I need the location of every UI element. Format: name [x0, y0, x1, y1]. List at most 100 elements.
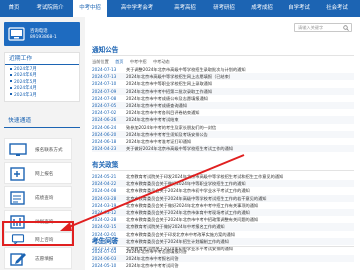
news-title[interactable]: 2024年北京市高级中等学校招生网上志愿填报（已结束）: [126, 74, 233, 79]
top-navigation: 首页 考试院简介 中考中招 高中学考会考 高考高招 研考研招 成考成招 自学考试…: [0, 0, 360, 17]
news-date: 2024-07-03: [92, 249, 117, 254]
nav-zhongkao[interactable]: 中考中招: [72, 0, 108, 17]
news-title[interactable]: 2024年北京市中考成绩公布及志愿填报通知: [126, 96, 208, 101]
news-title[interactable]: 北京市教育委员会关于2024年高级中等学校考试招生工作的若干意见的通知: [126, 196, 266, 201]
news-item[interactable]: 2024-07-05 2024年北京市中考成绩查询通知: [92, 101, 354, 110]
news-date: 2024-06-18: [92, 138, 117, 144]
news-date: 2024-07-09: [92, 88, 117, 94]
news-title[interactable]: 北京市教育委员会关于做好2024年中等职业学校招生工作的通知: [126, 181, 246, 186]
news-title[interactable]: 2024年北京市中考各科目评卷结束通知: [126, 110, 199, 115]
news-item[interactable]: 2024-05-10 2024年北京市中考考试问答: [92, 262, 354, 269]
news-item[interactable]: 2024-04-08 北京市教育委员会关于2024年北京市初中学业水平考试工作的通…: [92, 187, 354, 194]
news-title[interactable]: 2024年北京市中考考试结束: [126, 117, 179, 122]
news-date: 2024-05-10: [92, 263, 117, 269]
consult-phone: 89193868-1: [30, 35, 57, 40]
news-title[interactable]: 2024年北京市中考成绩查询通知: [126, 103, 187, 108]
news-item[interactable]: 2024-07-13 2024年北京市高级中等学校招生网上志愿填报（已结束）: [92, 73, 354, 81]
policy-section: 有关政策: [92, 159, 354, 171]
news-item[interactable]: 2024-07-03 2024年北京市中考志愿填报问答: [92, 248, 354, 255]
quick-register-label: 网上报名: [35, 172, 54, 177]
breadcrumb-item[interactable]: 中考中招: [130, 59, 147, 64]
quick-register[interactable]: 网上报名: [4, 162, 72, 184]
news-title[interactable]: 北京市教育委员会关于2024年北京市体育中考现场考试工作的通知: [126, 210, 250, 215]
news-date: 2024-06-24: [92, 124, 117, 130]
news-title[interactable]: 2024年北京市中考报名问答: [126, 256, 179, 261]
news-date: 2024-06-20: [92, 131, 117, 137]
breadcrumb-item: 当前位置: [92, 59, 109, 64]
news-item[interactable]: 2024-02-28 北京市教育委员会关于2024年北京市中考中招政策调整有关问题…: [92, 216, 354, 223]
nav-gaozhong[interactable]: 高中学考会考: [109, 0, 165, 17]
news-item[interactable]: 2024-03-12 北京市教育委员会关于2024年北京市体育中考现场考试工作的通…: [92, 208, 354, 217]
faq-list: 2024-07-03 2024年北京市中考志愿填报问答 2024-06-03 2024…: [92, 248, 354, 270]
breadcrumb-item[interactable]: 首页: [115, 59, 123, 64]
breadcrumb-item[interactable]: 中考动态: [153, 59, 170, 64]
news-title[interactable]: 2024年北京市中考中招第二批次录取工作通知: [126, 89, 212, 94]
news-title[interactable]: 关于做好2024年北京市高级中等学校招生考试工作的通知: [126, 146, 233, 151]
monitor-icon: [9, 143, 27, 156]
notice-list: 2024-07-13 关于调整2024年北京市高级中等学校招生录取批次与计划的通知…: [92, 66, 354, 153]
news-item[interactable]: 2024-03-19 北京市教育委员会关于做好2024年北京市中考中招工作有关事项…: [92, 202, 354, 209]
notice-title: 通知公告: [92, 44, 354, 56]
news-title[interactable]: 北京市教育委员会关于2024年北京市中考中招政策调整有关问题的通知: [126, 217, 258, 222]
news-title[interactable]: 2024年北京市中等职业学校招生网上录取通知: [126, 81, 212, 86]
news-title[interactable]: 致参加2024年中考的考生及家长朋友们的一封信: [126, 125, 216, 130]
consult-icon: [8, 27, 25, 41]
nav-home[interactable]: 首页: [0, 0, 28, 17]
nav-chengkao[interactable]: 成考成招: [243, 0, 281, 17]
faq-title: 考生问答: [92, 235, 354, 247]
news-date: 2024-03-12: [92, 209, 117, 215]
news-date: 2024-04-23: [92, 146, 117, 152]
news-date: 2024-06-03: [92, 256, 117, 262]
register-icon: [10, 167, 25, 181]
news-item[interactable]: 2024-07-09 2024年北京市中考中招第二批次录取工作通知: [92, 87, 354, 95]
nav-zikao[interactable]: 自学考试: [281, 0, 317, 17]
news-title[interactable]: 2024年北京市中考考试问答: [126, 263, 179, 268]
search-box[interactable]: 请输入关键字: [294, 23, 352, 32]
news-date: 2024-07-13: [92, 67, 117, 72]
search-input[interactable]: 请输入关键字: [298, 24, 323, 32]
news-title[interactable]: 北京教育考试院关于印发2024年北京市高级中等学校招生考试和招生工作意见的通知: [126, 174, 283, 179]
news-item[interactable]: 2024-06-18 2024年北京市中考准考证打印通知: [92, 138, 354, 145]
quick-score-label: 成绩查询: [35, 196, 54, 201]
nav-about[interactable]: 考试院简介: [29, 0, 71, 17]
news-item[interactable]: 2024-06-03 2024年北京市中考报名问答: [92, 255, 354, 263]
news-date: 2024-03-19: [92, 202, 117, 208]
news-item[interactable]: 2024-06-20 2024年北京市中考考生须知及考场安排公告: [92, 130, 354, 138]
quick-contact[interactable]: 报名联系方式: [4, 138, 72, 160]
news-item[interactable]: 2024-06-24 致参加2024年中考的考生及家长朋友们的一封信: [92, 124, 354, 131]
news-date: 2024-07-02: [92, 110, 117, 116]
quick-score[interactable]: 成绩查询: [4, 186, 72, 208]
news-title[interactable]: 关于调整2024年北京市高级中等学校招生录取批次与计划的通知: [126, 67, 246, 72]
news-title[interactable]: 北京市教育委员会关于2024年北京市初中学业水平考试工作的通知: [126, 188, 250, 193]
recent-item[interactable]: 2024年3月: [10, 93, 79, 99]
news-item[interactable]: 2024-03-28 北京市教育委员会关于2024年高级中等学校考试招生工作的若干…: [92, 194, 354, 202]
news-item[interactable]: 2024-07-13 关于调整2024年北京市高级中等学校招生录取批次与计划的通知: [92, 66, 354, 73]
news-title[interactable]: 2024年北京市中考准考证打印通知: [126, 139, 191, 144]
news-title[interactable]: 2024年北京市中考考生须知及考场安排公告: [126, 132, 208, 137]
news-item[interactable]: 2024-07-10 2024年北京市中等职业学校招生网上录取通知: [92, 80, 354, 87]
news-title[interactable]: 北京教育考试院关于做好2024年中考报名工作的通知: [126, 224, 225, 229]
notice-section: 通知公告: [92, 44, 354, 56]
news-date: 2024-04-08: [92, 188, 117, 194]
news-item[interactable]: 2024-07-08 2024年北京市中考成绩公布及志愿填报通知: [92, 95, 354, 102]
news-item[interactable]: 2024-04-23 关于做好2024年北京市高级中等学校招生考试工作的通知: [92, 145, 354, 153]
news-date: 2024-06-26: [92, 117, 117, 123]
quick-volunteer[interactable]: 志愿填报: [4, 247, 72, 269]
nav-yankao[interactable]: 研考研招: [205, 0, 243, 17]
search-icon[interactable]: [343, 25, 349, 31]
news-item[interactable]: 2024-05-21 北京教育考试院关于印发2024年北京市高级中等学校招生考试和…: [92, 173, 354, 180]
news-item[interactable]: 2024-07-02 2024年北京市中考各科目评卷结束通知: [92, 109, 354, 116]
nav-shehui[interactable]: 社会考试: [317, 0, 357, 17]
quick-contact-label: 报名联系方式: [35, 148, 63, 153]
news-item[interactable]: 2024-02-15 北京教育考试院关于做好2024年中考报名工作的通知: [92, 223, 354, 231]
main-content: 请输入关键字 通知公告 当前位置 首页 中考中招 中考动态 2024-07-13…: [90, 17, 355, 270]
quick-access-title: 快速通道: [4, 115, 80, 128]
news-item[interactable]: 2024-06-26 2024年北京市中考考试结束: [92, 116, 354, 124]
news-title[interactable]: 2024年北京市中考志愿填报问答: [126, 249, 187, 254]
news-date: 2024-02-15: [92, 224, 117, 230]
news-date: 2024-05-21: [92, 174, 117, 179]
news-item[interactable]: 2024-04-22 北京市教育委员会关于做好2024年中等职业学校招生工作的通知: [92, 180, 354, 188]
nav-gaokao[interactable]: 高考高招: [166, 0, 204, 17]
news-title[interactable]: 北京市教育委员会关于做好2024年北京市中考中招工作有关事项的通知: [126, 203, 258, 208]
highlight-box: [2, 221, 74, 246]
